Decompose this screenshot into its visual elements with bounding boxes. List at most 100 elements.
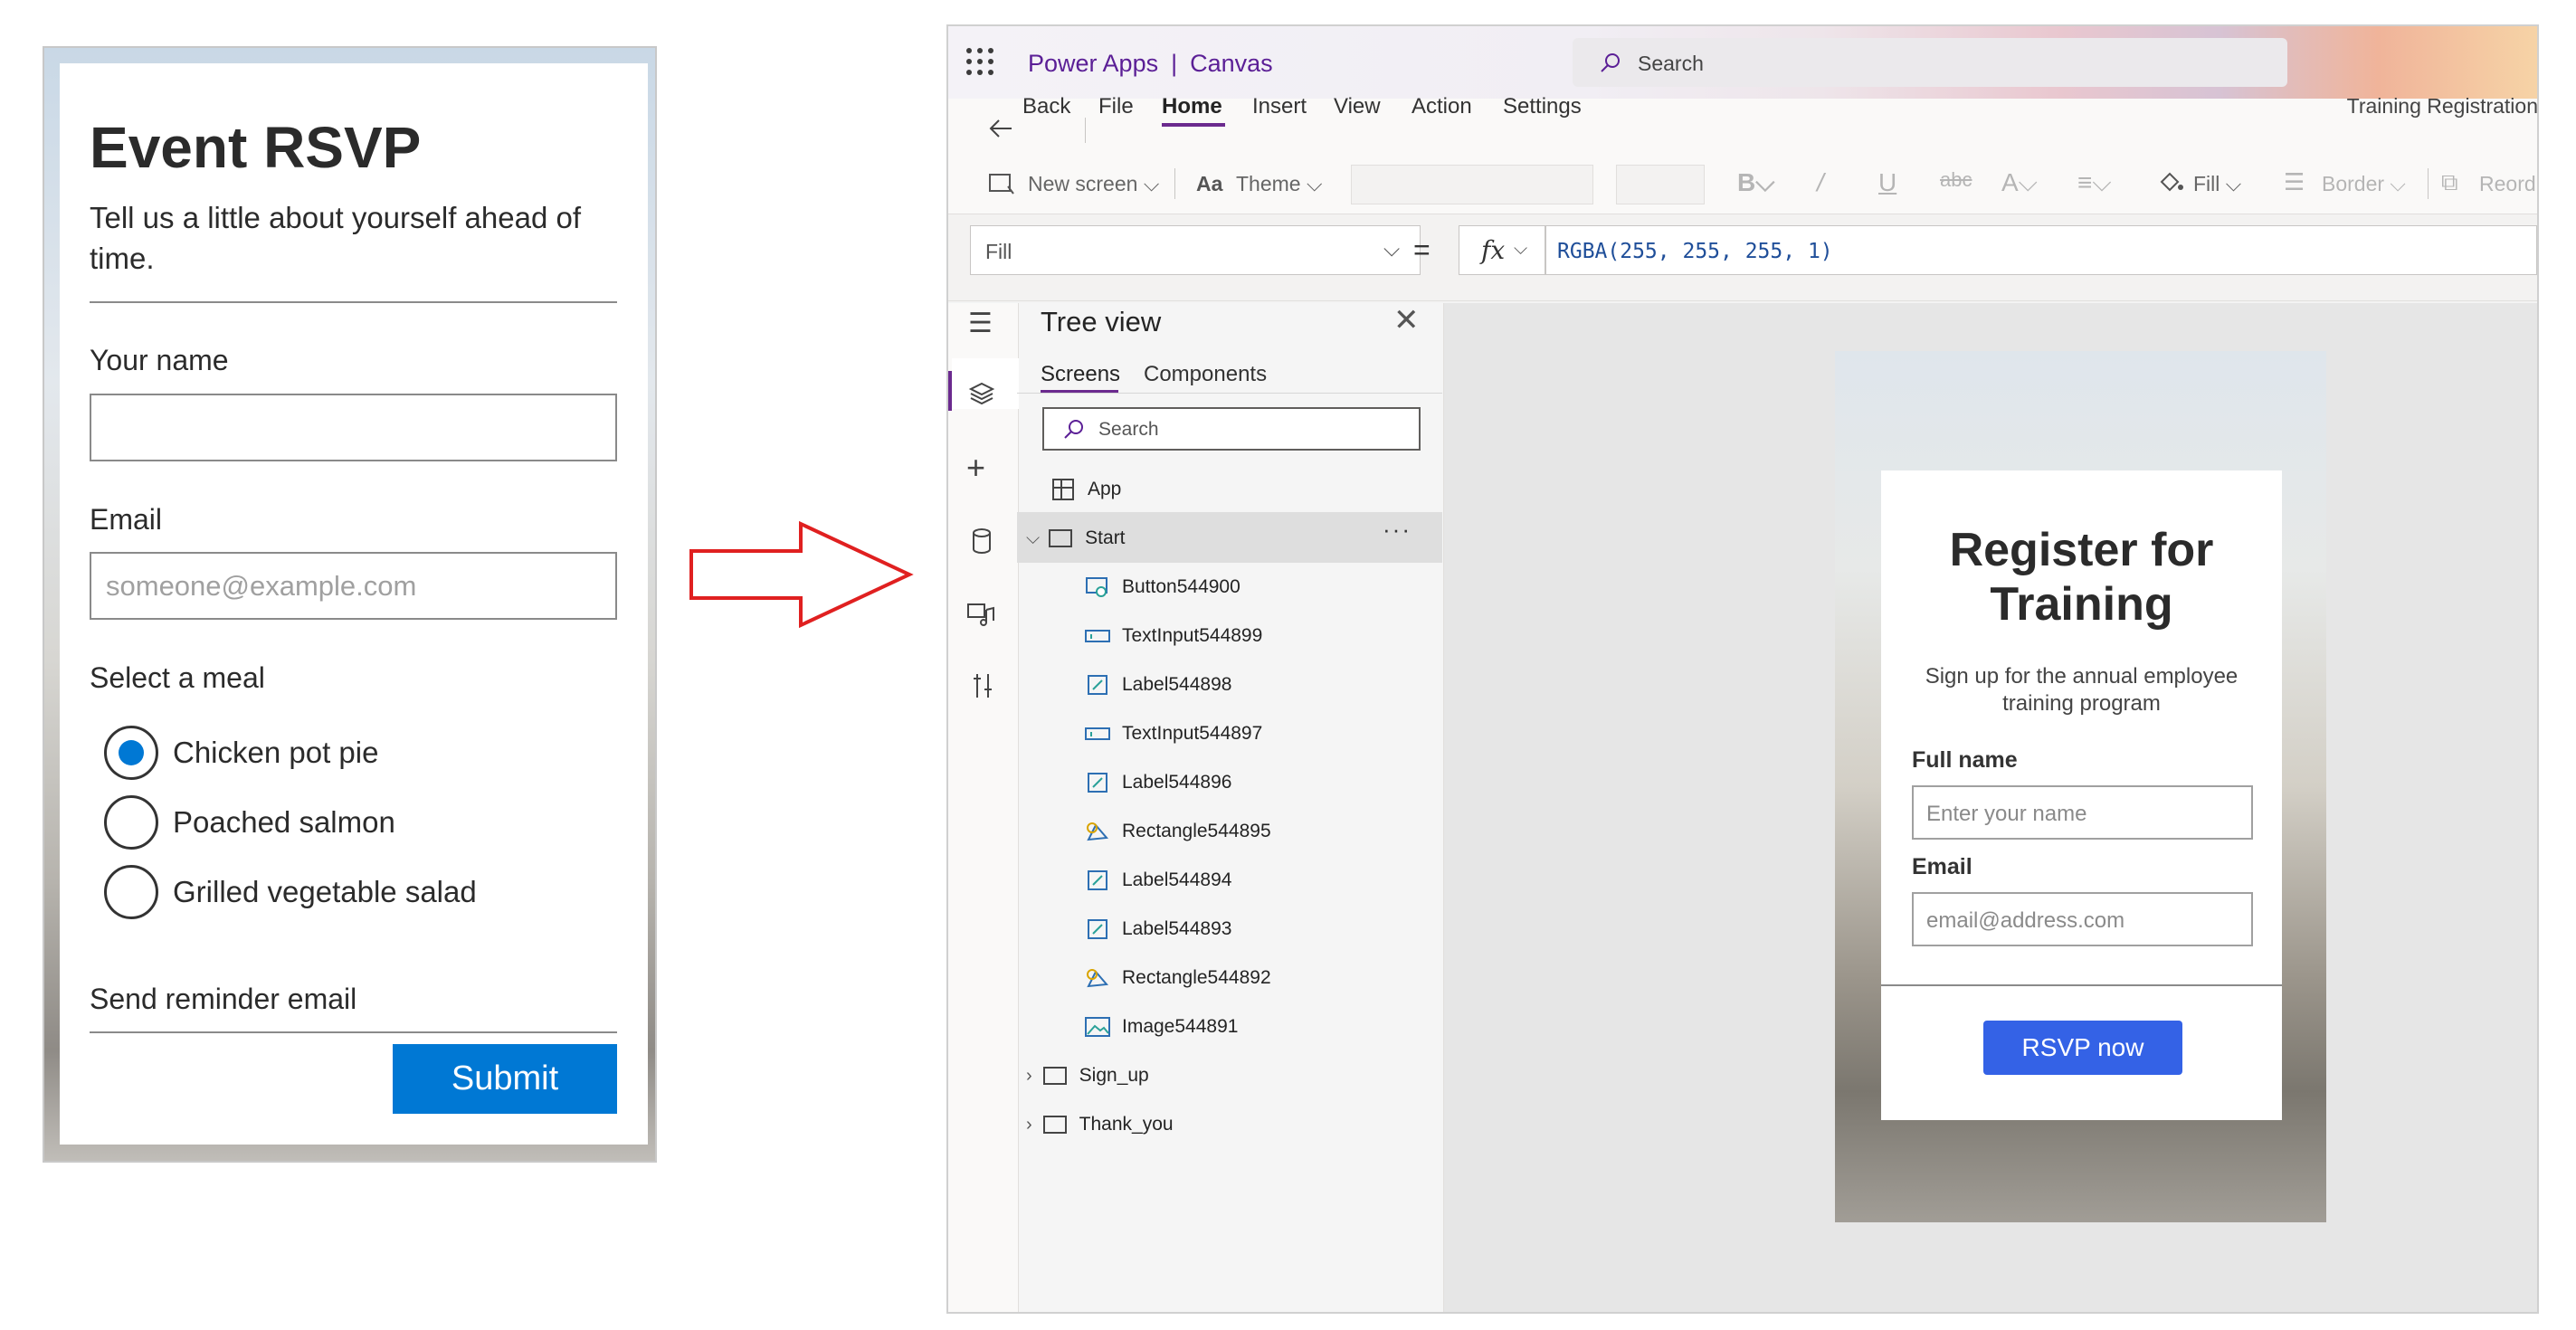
screen-icon: [1041, 1111, 1069, 1138]
bold-icon[interactable]: B⌵: [1737, 168, 1774, 198]
media-icon[interactable]: [966, 601, 995, 628]
formula-input[interactable]: RGBA(255, 255, 255, 1): [1545, 225, 2537, 275]
global-search[interactable]: Search: [1573, 38, 2287, 87]
rsvp-title: Event RSVP: [90, 115, 422, 180]
close-icon[interactable]: ✕: [1393, 302, 1420, 338]
brand-name[interactable]: Power Apps: [1028, 50, 1158, 77]
tree-item-textinput[interactable]: TextInput544897: [1084, 709, 1262, 758]
data-icon[interactable]: [970, 527, 993, 555]
menu-action[interactable]: Action: [1412, 94, 1472, 119]
back-arrow-icon[interactable]: [988, 118, 1013, 139]
tab-components[interactable]: Components: [1144, 362, 1267, 387]
meal-option-label: Grilled vegetable salad: [173, 875, 477, 908]
chevron-down-icon[interactable]: ⌵: [1026, 528, 1040, 549]
name-input[interactable]: [90, 394, 617, 461]
search-icon: [1064, 420, 1083, 439]
label-icon: [1084, 769, 1111, 796]
radio-unselected[interactable]: [104, 865, 158, 919]
label-icon: [1084, 867, 1111, 894]
menu-home[interactable]: Home: [1162, 94, 1222, 119]
label-icon: [1084, 671, 1111, 698]
email-label: Email: [90, 503, 163, 536]
tree-search-input[interactable]: Search: [1042, 407, 1421, 451]
text-input-icon: [1084, 622, 1111, 650]
search-placeholder: Search: [1638, 52, 1704, 75]
tree-item-label[interactable]: Label544896: [1084, 758, 1231, 807]
rsvp-now-button[interactable]: RSVP now: [1983, 1021, 2182, 1075]
meal-option-label: Poached salmon: [173, 805, 395, 839]
meal-option-salad[interactable]: Grilled vegetable salad: [104, 865, 477, 919]
tree-item-label[interactable]: Label544898: [1084, 660, 1231, 709]
more-options-icon[interactable]: ···: [1383, 516, 1412, 544]
tree-item-button[interactable]: Button544900: [1084, 563, 1240, 612]
app-full-name-input[interactable]: Enter your name: [1912, 785, 2253, 840]
radio-selected[interactable]: [104, 726, 158, 780]
app-icon: [1050, 476, 1077, 503]
reorder-button[interactable]: Reord: [2479, 172, 2536, 196]
app-preview-title: Register for Training: [1949, 524, 2214, 631]
font-size-dropdown[interactable]: [1616, 165, 1705, 204]
rsvp-divider: [90, 301, 617, 303]
tree-item-label: TextInput544897: [1122, 723, 1263, 744]
app-launcher-icon[interactable]: [966, 48, 993, 75]
tree-item-start-screen[interactable]: ⌵ Start: [1026, 514, 1126, 563]
layers-icon[interactable]: [968, 380, 995, 407]
meal-option-salmon[interactable]: Poached salmon: [104, 795, 395, 850]
tree-item-rectangle[interactable]: Rectangle544895: [1084, 807, 1271, 856]
ribbon-divider: [1174, 168, 1175, 199]
tab-screens[interactable]: Screens: [1041, 362, 1120, 387]
tree-item-image[interactable]: Image544891: [1084, 1002, 1238, 1051]
email-input[interactable]: someone@example.com: [90, 552, 617, 620]
app-full-name-placeholder: Enter your name: [1926, 802, 2087, 826]
menu-view[interactable]: View: [1334, 94, 1381, 119]
rsvp-subtitle: Tell us a little about yourself ahead of…: [90, 201, 582, 275]
tree-item-rectangle[interactable]: Rectangle544892: [1084, 954, 1271, 1002]
app-preview-subtitle: Sign up for the annual employee training…: [1925, 664, 2239, 716]
tree-item-signup-screen[interactable]: › Sign_up: [1026, 1051, 1149, 1100]
fx-button[interactable]: fx ⌵: [1459, 225, 1545, 275]
hamburger-menu-icon[interactable]: ☰: [968, 308, 993, 339]
tree-item-label[interactable]: Label544893: [1084, 905, 1231, 954]
fx-icon: fx: [1481, 235, 1506, 265]
property-dropdown[interactable]: Fill ⌵: [970, 225, 1421, 275]
radio-unselected[interactable]: [104, 795, 158, 850]
tree-item-textinput[interactable]: TextInput544899: [1084, 612, 1262, 660]
meal-label: Select a meal: [90, 661, 265, 694]
font-color-icon[interactable]: A⌵: [2001, 168, 2038, 198]
button-icon: [1084, 574, 1111, 601]
app-email-placeholder: email@address.com: [1926, 908, 2125, 933]
border-button[interactable]: Border ⌵: [2322, 172, 2406, 196]
ribbon-divider: [2428, 168, 2429, 199]
tree-item-app[interactable]: App: [1050, 465, 1121, 514]
app-full-name-label: Full name: [1912, 747, 2018, 773]
image-icon: [1084, 1013, 1111, 1040]
strikethrough-icon[interactable]: abc: [1940, 168, 1972, 192]
tree-item-label: Rectangle544892: [1122, 967, 1271, 988]
text-input-icon: [1084, 720, 1111, 747]
brand-mode: Canvas: [1190, 50, 1273, 77]
menu-settings[interactable]: Settings: [1503, 94, 1582, 119]
submit-button[interactable]: Submit: [393, 1044, 617, 1114]
tree-item-label: TextInput544899: [1122, 625, 1263, 646]
font-family-dropdown[interactable]: [1351, 165, 1593, 204]
meal-option-chicken[interactable]: Chicken pot pie: [104, 726, 378, 780]
fill-icon: [2160, 172, 2183, 192]
align-icon[interactable]: ≡⌵: [2077, 168, 2112, 198]
menu-back[interactable]: Back: [1022, 94, 1070, 119]
tools-icon[interactable]: [970, 671, 995, 700]
italic-icon[interactable]: /: [1817, 168, 1824, 197]
tree-item-label[interactable]: Label544894: [1084, 856, 1231, 905]
rectangle-icon: [1084, 964, 1111, 992]
tree-item-thankyou-screen[interactable]: › Thank_you: [1026, 1100, 1174, 1149]
theme-button[interactable]: Theme ⌵: [1236, 172, 1322, 196]
fill-button[interactable]: Fill ⌵: [2193, 172, 2241, 196]
insert-plus-icon[interactable]: +: [966, 449, 985, 487]
menu-insert[interactable]: Insert: [1252, 94, 1307, 119]
chevron-right-icon[interactable]: ›: [1026, 1115, 1032, 1135]
chevron-right-icon[interactable]: ›: [1026, 1066, 1032, 1087]
menu-file[interactable]: File: [1098, 94, 1134, 119]
tree-item-label: Button544900: [1122, 576, 1240, 597]
app-email-input[interactable]: email@address.com: [1912, 892, 2253, 946]
new-screen-button[interactable]: New screen ⌵: [1028, 172, 1159, 196]
underline-icon[interactable]: U: [1878, 168, 1896, 197]
